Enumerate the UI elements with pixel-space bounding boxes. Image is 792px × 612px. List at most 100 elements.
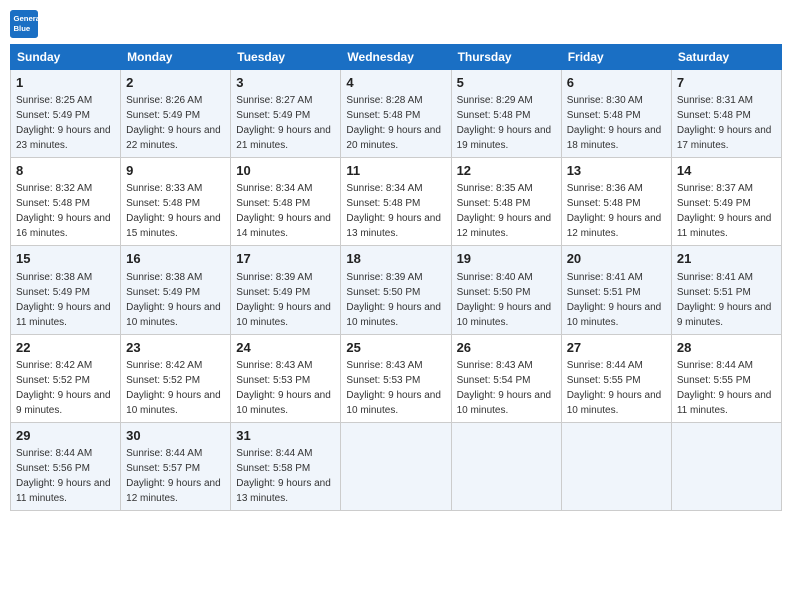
day-info: Sunrise: 8:36 AMSunset: 5:48 PMDaylight:…	[567, 181, 666, 241]
day-info: Sunrise: 8:41 AMSunset: 5:51 PMDaylight:…	[567, 270, 666, 330]
day-number: 15	[16, 250, 115, 268]
day-number: 19	[457, 250, 556, 268]
calendar-cell: 12Sunrise: 8:35 AMSunset: 5:48 PMDayligh…	[451, 158, 561, 246]
day-number: 5	[457, 74, 556, 92]
day-info: Sunrise: 8:31 AMSunset: 5:48 PMDaylight:…	[677, 93, 776, 153]
day-info: Sunrise: 8:32 AMSunset: 5:48 PMDaylight:…	[16, 181, 115, 241]
day-info: Sunrise: 8:37 AMSunset: 5:49 PMDaylight:…	[677, 181, 776, 241]
day-info: Sunrise: 8:28 AMSunset: 5:48 PMDaylight:…	[346, 93, 445, 153]
calendar-cell: 8Sunrise: 8:32 AMSunset: 5:48 PMDaylight…	[11, 158, 121, 246]
day-info: Sunrise: 8:38 AMSunset: 5:49 PMDaylight:…	[16, 270, 115, 330]
calendar-table: SundayMondayTuesdayWednesdayThursdayFrid…	[10, 44, 782, 511]
column-header-wednesday: Wednesday	[341, 45, 451, 70]
day-number: 28	[677, 339, 776, 357]
column-header-thursday: Thursday	[451, 45, 561, 70]
day-number: 16	[126, 250, 225, 268]
day-number: 29	[16, 427, 115, 445]
column-header-tuesday: Tuesday	[231, 45, 341, 70]
day-info: Sunrise: 8:40 AMSunset: 5:50 PMDaylight:…	[457, 270, 556, 330]
day-info: Sunrise: 8:35 AMSunset: 5:48 PMDaylight:…	[457, 181, 556, 241]
calendar-cell: 2Sunrise: 8:26 AMSunset: 5:49 PMDaylight…	[121, 70, 231, 158]
day-info: Sunrise: 8:43 AMSunset: 5:53 PMDaylight:…	[236, 358, 335, 418]
day-info: Sunrise: 8:30 AMSunset: 5:48 PMDaylight:…	[567, 93, 666, 153]
calendar-cell: 19 Sunrise: 8:40 AMSunset: 5:50 PMDayligh…	[451, 246, 561, 334]
calendar-cell: 21Sunrise: 8:41 AMSunset: 5:51 PMDayligh…	[671, 246, 781, 334]
calendar-cell: 7Sunrise: 8:31 AMSunset: 5:48 PMDaylight…	[671, 70, 781, 158]
day-info: Sunrise: 8:29 AMSunset: 5:48 PMDaylight:…	[457, 93, 556, 153]
calendar-cell	[341, 422, 451, 510]
calendar-cell: 26Sunrise: 8:43 AMSunset: 5:54 PMDayligh…	[451, 334, 561, 422]
day-number: 24	[236, 339, 335, 357]
day-info: Sunrise: 8:39 AMSunset: 5:49 PMDaylight:…	[236, 270, 335, 330]
calendar-cell: 20 Sunrise: 8:41 AMSunset: 5:51 PMDayligh…	[561, 246, 671, 334]
calendar-cell: 15 Sunrise: 8:38 AMSunset: 5:49 PMDayligh…	[11, 246, 121, 334]
day-number: 23	[126, 339, 225, 357]
day-number: 7	[677, 74, 776, 92]
day-info: Sunrise: 8:44 AMSunset: 5:55 PMDaylight:…	[677, 358, 776, 418]
calendar-cell	[671, 422, 781, 510]
day-number: 26	[457, 339, 556, 357]
day-info: Sunrise: 8:39 AMSunset: 5:50 PMDaylight:…	[346, 270, 445, 330]
day-number: 27	[567, 339, 666, 357]
calendar-cell: 9Sunrise: 8:33 AMSunset: 5:48 PMDaylight…	[121, 158, 231, 246]
calendar-cell: 13Sunrise: 8:36 AMSunset: 5:48 PMDayligh…	[561, 158, 671, 246]
calendar-cell: 6Sunrise: 8:30 AMSunset: 5:48 PMDaylight…	[561, 70, 671, 158]
calendar-cell: 28Sunrise: 8:44 AMSunset: 5:55 PMDayligh…	[671, 334, 781, 422]
day-info: Sunrise: 8:42 AMSunset: 5:52 PMDaylight:…	[126, 358, 225, 418]
calendar-cell: 23Sunrise: 8:42 AMSunset: 5:52 PMDayligh…	[121, 334, 231, 422]
calendar-week-4: 29Sunrise: 8:44 AMSunset: 5:56 PMDayligh…	[11, 422, 782, 510]
calendar-cell: 24Sunrise: 8:43 AMSunset: 5:53 PMDayligh…	[231, 334, 341, 422]
column-header-sunday: Sunday	[11, 45, 121, 70]
header: General Blue	[10, 10, 782, 38]
calendar-cell: 30Sunrise: 8:44 AMSunset: 5:57 PMDayligh…	[121, 422, 231, 510]
calendar-cell: 4Sunrise: 8:28 AMSunset: 5:48 PMDaylight…	[341, 70, 451, 158]
calendar-cell: 14Sunrise: 8:37 AMSunset: 5:49 PMDayligh…	[671, 158, 781, 246]
day-number: 17	[236, 250, 335, 268]
day-number: 25	[346, 339, 445, 357]
calendar-cell: 18Sunrise: 8:39 AMSunset: 5:50 PMDayligh…	[341, 246, 451, 334]
day-number: 14	[677, 162, 776, 180]
day-number: 22	[16, 339, 115, 357]
svg-text:General: General	[14, 14, 39, 23]
day-number: 6	[567, 74, 666, 92]
calendar-week-3: 22Sunrise: 8:42 AMSunset: 5:52 PMDayligh…	[11, 334, 782, 422]
day-number: 31	[236, 427, 335, 445]
calendar-cell: 25Sunrise: 8:43 AMSunset: 5:53 PMDayligh…	[341, 334, 451, 422]
logo: General Blue	[10, 10, 42, 38]
day-number: 1	[16, 74, 115, 92]
day-number: 8	[16, 162, 115, 180]
day-info: Sunrise: 8:27 AMSunset: 5:49 PMDaylight:…	[236, 93, 335, 153]
day-number: 2	[126, 74, 225, 92]
day-number: 30	[126, 427, 225, 445]
day-info: Sunrise: 8:44 AMSunset: 5:55 PMDaylight:…	[567, 358, 666, 418]
day-info: Sunrise: 8:34 AMSunset: 5:48 PMDaylight:…	[346, 181, 445, 241]
calendar-week-2: 15 Sunrise: 8:38 AMSunset: 5:49 PMDayligh…	[11, 246, 782, 334]
logo-icon: General Blue	[10, 10, 38, 38]
calendar-cell: 29Sunrise: 8:44 AMSunset: 5:56 PMDayligh…	[11, 422, 121, 510]
svg-text:Blue: Blue	[14, 24, 31, 33]
calendar-cell: 5Sunrise: 8:29 AMSunset: 5:48 PMDaylight…	[451, 70, 561, 158]
calendar-cell: 17 Sunrise: 8:39 AMSunset: 5:49 PMDayligh…	[231, 246, 341, 334]
calendar-cell: 31Sunrise: 8:44 AMSunset: 5:58 PMDayligh…	[231, 422, 341, 510]
day-info: Sunrise: 8:38 AMSunset: 5:49 PMDaylight:…	[126, 270, 225, 330]
calendar-cell	[561, 422, 671, 510]
day-info: Sunrise: 8:44 AMSunset: 5:57 PMDaylight:…	[126, 446, 225, 506]
day-number: 12	[457, 162, 556, 180]
day-info: Sunrise: 8:44 AMSunset: 5:56 PMDaylight:…	[16, 446, 115, 506]
day-number: 20	[567, 250, 666, 268]
calendar-cell: 16 Sunrise: 8:38 AMSunset: 5:49 PMDayligh…	[121, 246, 231, 334]
calendar-header: SundayMondayTuesdayWednesdayThursdayFrid…	[11, 45, 782, 70]
day-number: 3	[236, 74, 335, 92]
column-header-friday: Friday	[561, 45, 671, 70]
calendar-cell	[451, 422, 561, 510]
calendar-cell: 3Sunrise: 8:27 AMSunset: 5:49 PMDaylight…	[231, 70, 341, 158]
day-info: Sunrise: 8:43 AMSunset: 5:54 PMDaylight:…	[457, 358, 556, 418]
day-number: 4	[346, 74, 445, 92]
day-info: Sunrise: 8:44 AMSunset: 5:58 PMDaylight:…	[236, 446, 335, 506]
day-info: Sunrise: 8:25 AMSunset: 5:49 PMDaylight:…	[16, 93, 115, 153]
calendar-cell: 27Sunrise: 8:44 AMSunset: 5:55 PMDayligh…	[561, 334, 671, 422]
calendar-cell: 10Sunrise: 8:34 AMSunset: 5:48 PMDayligh…	[231, 158, 341, 246]
calendar-cell: 1Sunrise: 8:25 AMSunset: 5:49 PMDaylight…	[11, 70, 121, 158]
day-info: Sunrise: 8:43 AMSunset: 5:53 PMDaylight:…	[346, 358, 445, 418]
day-info: Sunrise: 8:42 AMSunset: 5:52 PMDaylight:…	[16, 358, 115, 418]
